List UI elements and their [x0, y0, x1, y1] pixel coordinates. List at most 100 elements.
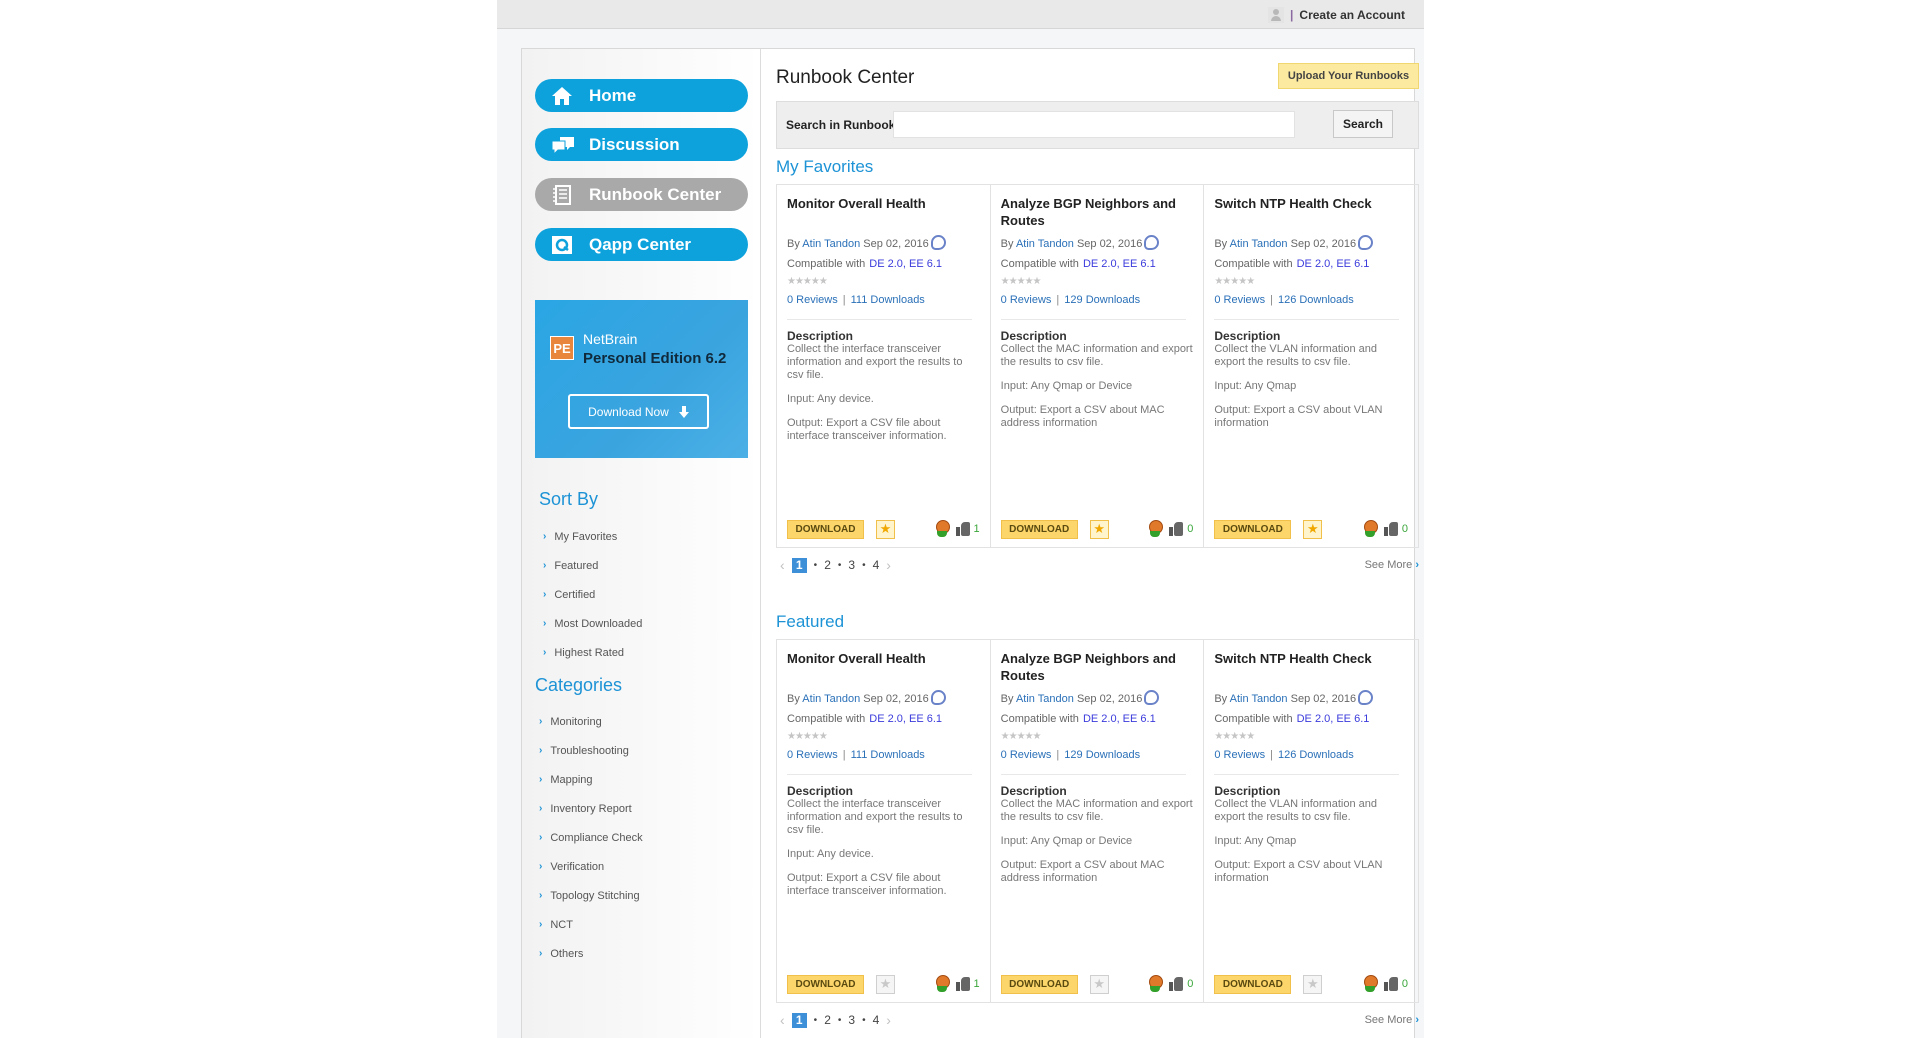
thumbs-up-icon[interactable] — [1383, 522, 1398, 536]
pager-next-icon[interactable]: › — [886, 557, 891, 573]
category-monitoring[interactable]: › Monitoring — [539, 707, 643, 736]
download-button[interactable]: DOWNLOAD — [1000, 974, 1078, 994]
download-button[interactable]: DOWNLOAD — [787, 519, 864, 539]
compat-versions[interactable]: DE 2.0, EE 6.1 — [1297, 258, 1370, 270]
category-inventory-report[interactable]: › Inventory Report — [539, 794, 643, 823]
thumbs-up-icon[interactable] — [955, 522, 970, 536]
favorite-star-icon[interactable]: ★ — [1303, 519, 1323, 539]
author-link[interactable]: Atin Tandon — [1230, 238, 1288, 250]
category-compliance-check[interactable]: › Compliance Check — [539, 823, 643, 852]
downloads-count[interactable]: 111 Downloads — [851, 294, 925, 306]
favorite-star-icon[interactable]: ★ — [876, 519, 895, 539]
thumbs-up-icon[interactable] — [1383, 977, 1398, 991]
compat-versions[interactable]: DE 2.0, EE 6.1 — [1297, 713, 1370, 725]
description-heading: Description — [787, 784, 854, 798]
sort-most-downloaded[interactable]: › Most Downloaded — [543, 609, 642, 638]
pager-page[interactable]: 1 — [791, 1012, 807, 1028]
downloads-count[interactable]: 126 Downloads — [1278, 294, 1354, 306]
download-arrow-icon — [678, 405, 689, 418]
author-link[interactable]: Atin Tandon — [1230, 693, 1288, 705]
pager-page[interactable]: 2 — [824, 1013, 831, 1027]
thumbs-up-icon[interactable] — [1169, 977, 1184, 991]
nav-discussion-button[interactable]: Discussion — [535, 128, 748, 161]
create-account-link[interactable]: Create an Account — [1299, 8, 1405, 22]
pager-prev-icon[interactable]: ‹ — [780, 1012, 785, 1028]
pager-next-icon[interactable]: › — [886, 1012, 891, 1028]
reviews-link[interactable]: 0 Reviews — [1001, 749, 1052, 761]
sort-certified[interactable]: › Certified — [543, 580, 642, 609]
pager-prev-icon[interactable]: ‹ — [780, 557, 785, 573]
download-button[interactable]: DOWNLOAD — [787, 974, 864, 994]
favorite-star-icon[interactable]: ★ — [1089, 974, 1109, 994]
rating-stars-icon[interactable]: ★★★★★ — [1001, 728, 1194, 746]
reviews-link[interactable]: 0 Reviews — [1001, 294, 1052, 306]
runbook-title[interactable]: Switch NTP Health Check — [1214, 650, 1408, 688]
reviews-link[interactable]: 0 Reviews — [1214, 749, 1265, 761]
nav-home-button[interactable]: Home — [535, 79, 748, 112]
rating-stars-icon[interactable]: ★★★★★ — [787, 273, 980, 291]
category-topology-stitching[interactable]: › Topology Stitching — [539, 881, 643, 910]
rating-stars-icon[interactable]: ★★★★★ — [1214, 728, 1408, 746]
category-troubleshooting[interactable]: › Troubleshooting — [539, 736, 643, 765]
favorite-star-icon[interactable]: ★ — [1089, 519, 1109, 539]
favorite-star-icon[interactable]: ★ — [876, 974, 895, 994]
search-input[interactable] — [893, 111, 1295, 138]
compat-versions[interactable]: DE 2.0, EE 6.1 — [869, 258, 942, 270]
category-nct[interactable]: › NCT — [539, 910, 643, 939]
category-others[interactable]: › Others — [539, 939, 643, 968]
compat-versions[interactable]: DE 2.0, EE 6.1 — [1083, 258, 1156, 270]
pager-page[interactable]: 1 — [791, 557, 807, 573]
downloads-count[interactable]: 129 Downloads — [1064, 294, 1140, 306]
reviews-link[interactable]: 0 Reviews — [787, 294, 838, 306]
downloads-count[interactable]: 129 Downloads — [1064, 749, 1140, 761]
reviews-link[interactable]: 0 Reviews — [787, 749, 838, 761]
pager-page[interactable]: 4 — [873, 558, 880, 572]
sort-featured[interactable]: › Featured — [543, 551, 642, 580]
likes-count: 1 — [973, 978, 980, 990]
author-link[interactable]: Atin Tandon — [802, 238, 860, 250]
runbook-title[interactable]: Monitor Overall Health — [787, 195, 980, 233]
downloads-count[interactable]: 111 Downloads — [851, 749, 925, 761]
description-text: Collect the MAC information and export t… — [1000, 343, 1193, 368]
download-button[interactable]: DOWNLOAD — [1214, 519, 1292, 539]
nav-runbook-center-button[interactable]: Runbook Center — [535, 178, 748, 211]
compat-versions[interactable]: DE 2.0, EE 6.1 — [869, 713, 942, 725]
sort-my-favorites[interactable]: › My Favorites — [543, 522, 642, 551]
runbook-title[interactable]: Analyze BGP Neighbors and Routes — [1001, 650, 1194, 688]
top-bar: | Create an Account — [497, 0, 1424, 29]
favorite-star-icon[interactable]: ★ — [1303, 974, 1323, 994]
thumbs-up-icon[interactable] — [1169, 522, 1184, 536]
category-verification[interactable]: › Verification — [539, 852, 643, 881]
downloads-count[interactable]: 126 Downloads — [1278, 749, 1354, 761]
download-now-button[interactable]: Download Now — [568, 394, 709, 429]
pager-page[interactable]: 2 — [824, 558, 831, 572]
author-link[interactable]: Atin Tandon — [1016, 238, 1074, 250]
runbook-cards: Monitor Overall Health By Atin Tandon Se… — [776, 639, 1419, 1003]
see-more-link[interactable]: See More › — [1365, 1014, 1419, 1026]
runbook-title[interactable]: Analyze BGP Neighbors and Routes — [1001, 195, 1194, 233]
runbook-title[interactable]: Monitor Overall Health — [787, 650, 980, 688]
nav-qapp-center-button[interactable]: Qapp Center — [535, 228, 748, 261]
likes-count: 0 — [1401, 978, 1409, 990]
download-button[interactable]: DOWNLOAD — [1214, 974, 1292, 994]
compat-versions[interactable]: DE 2.0, EE 6.1 — [1083, 713, 1156, 725]
pager-page[interactable]: 3 — [848, 558, 855, 572]
category-mapping[interactable]: › Mapping — [539, 765, 643, 794]
sort-highest-rated[interactable]: › Highest Rated — [543, 638, 642, 667]
author-link[interactable]: Atin Tandon — [1016, 693, 1074, 705]
runbook-title[interactable]: Switch NTP Health Check — [1214, 195, 1408, 233]
rating-stars-icon[interactable]: ★★★★★ — [1214, 273, 1408, 291]
upload-runbooks-button[interactable]: Upload Your Runbooks — [1278, 63, 1419, 89]
reviews-link[interactable]: 0 Reviews — [1214, 294, 1265, 306]
compatibility: Compatible with DE 2.0, EE 6.1 — [1001, 710, 1194, 728]
search-button[interactable]: Search — [1333, 110, 1393, 138]
author-link[interactable]: Atin Tandon — [802, 693, 860, 705]
pager-page[interactable]: 3 — [848, 1013, 855, 1027]
rating-stars-icon[interactable]: ★★★★★ — [1001, 273, 1194, 291]
user-icon[interactable] — [1268, 7, 1285, 23]
download-button[interactable]: DOWNLOAD — [1000, 519, 1078, 539]
rating-stars-icon[interactable]: ★★★★★ — [787, 728, 980, 746]
see-more-link[interactable]: See More › — [1365, 559, 1419, 571]
thumbs-up-icon[interactable] — [955, 977, 970, 991]
pager-page[interactable]: 4 — [873, 1013, 880, 1027]
